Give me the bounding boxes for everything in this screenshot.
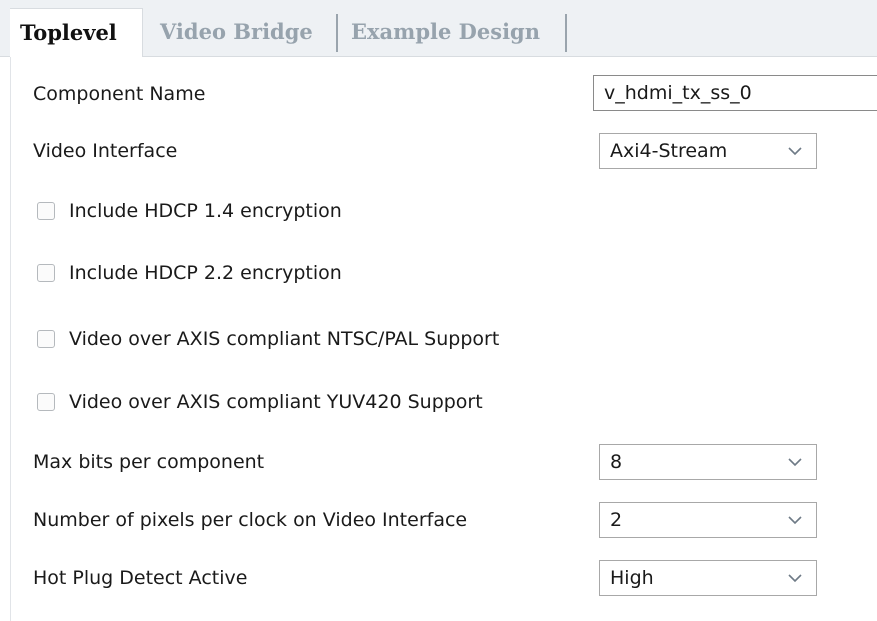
max-bits-dropdown[interactable]: 8	[599, 444, 817, 480]
ntsc-pal-label: Video over AXIS compliant NTSC/PAL Suppo…	[69, 328, 500, 350]
tab-bar: Toplevel Video Bridge Example Design	[0, 0, 877, 57]
hdcp22-checkbox[interactable]	[37, 264, 55, 282]
hot-plug-label: Hot Plug Detect Active	[33, 567, 248, 589]
tab-toplevel[interactable]: Toplevel	[10, 8, 143, 57]
hdcp14-checkbox[interactable]	[37, 202, 55, 220]
panel-left-border	[10, 57, 11, 621]
yuv420-checkbox[interactable]	[37, 393, 55, 411]
tab-video-bridge[interactable]: Video Bridge	[160, 8, 322, 56]
max-bits-value: 8	[610, 451, 623, 473]
pixels-per-clock-value: 2	[610, 509, 623, 531]
video-interface-dropdown[interactable]: Axi4-Stream	[599, 133, 817, 169]
max-bits-label: Max bits per component	[33, 451, 265, 473]
hot-plug-value: High	[610, 567, 654, 589]
chevron-down-icon	[788, 574, 802, 583]
hdcp14-label: Include HDCP 1.4 encryption	[69, 200, 342, 222]
ntsc-pal-checkbox[interactable]	[37, 330, 55, 348]
pixels-per-clock-label: Number of pixels per clock on Video Inte…	[33, 509, 468, 531]
pixels-per-clock-dropdown[interactable]: 2	[599, 502, 817, 538]
component-name-label: Component Name	[33, 83, 206, 105]
chevron-down-icon	[788, 458, 802, 467]
hot-plug-dropdown[interactable]: High	[599, 560, 817, 596]
tab-separator	[336, 14, 338, 52]
tab-example-design[interactable]: Example Design	[351, 8, 561, 56]
tab-separator	[565, 14, 567, 52]
yuv420-label: Video over AXIS compliant YUV420 Support	[69, 391, 483, 413]
hdcp22-label: Include HDCP 2.2 encryption	[69, 262, 342, 284]
chevron-down-icon	[788, 516, 802, 525]
video-interface-value: Axi4-Stream	[610, 140, 728, 162]
video-interface-label: Video Interface	[33, 140, 178, 162]
chevron-down-icon	[788, 147, 802, 156]
component-name-field[interactable]: v_hdmi_tx_ss_0	[593, 75, 877, 111]
